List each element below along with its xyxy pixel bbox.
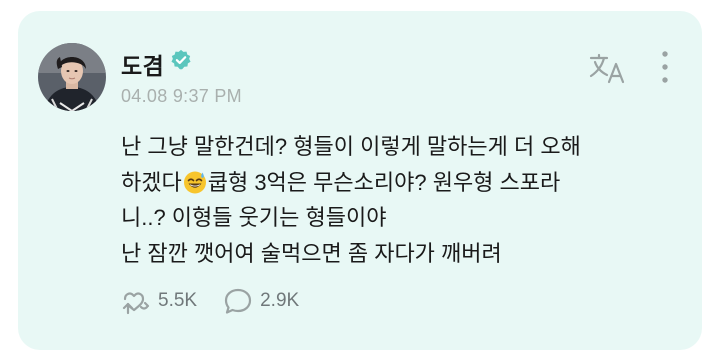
timestamp: 04.08 9:37 PM (121, 86, 242, 106)
author-name[interactable]: 도겸 (121, 47, 164, 81)
sweat-smile-emoji (183, 171, 206, 193)
post-card: 도겸 04.08 9:37 PM 난 그냥 말한건데? 형들이 이렇게 말하는게… (18, 11, 702, 350)
comment-button[interactable]: 2.9K (223, 287, 299, 315)
post-text-line: 니..? 이형들 웃기는 형들이야 (121, 205, 387, 230)
post-text-line: 하겠다 쿱형 3억은 무슨소리야? 원우형 스포라 (121, 165, 681, 201)
comment-count: 2.9K (260, 290, 300, 311)
post-text: 난 그냥 말한건데? 형들이 이렇게 말하는게 더 오해 하겠다 쿱형 3억은 … (121, 129, 681, 271)
translate-icon[interactable] (589, 52, 627, 84)
more-vertical-icon[interactable] (660, 50, 670, 84)
comment-icon (224, 288, 252, 314)
like-icon (122, 292, 150, 315)
like-count: 5.5K (158, 290, 198, 311)
post-text-segment: 하겠다 (121, 169, 182, 195)
verified-badge-icon (171, 49, 191, 70)
post-stats: 5.5K 2.9K (121, 287, 299, 315)
post-text-line: 난 그냥 말한건데? 형들이 이렇게 말하는게 더 오해 (121, 134, 581, 159)
post-text-segment: 쿱형 3억은 무슨소리야? 원우형 스포라 (207, 169, 561, 195)
post-text-line: 난 잠깐 깻어여 술먹으면 좀 자다가 깨버려 (121, 240, 502, 266)
avatar[interactable] (38, 43, 106, 111)
like-button[interactable]: 5.5K (121, 287, 197, 315)
